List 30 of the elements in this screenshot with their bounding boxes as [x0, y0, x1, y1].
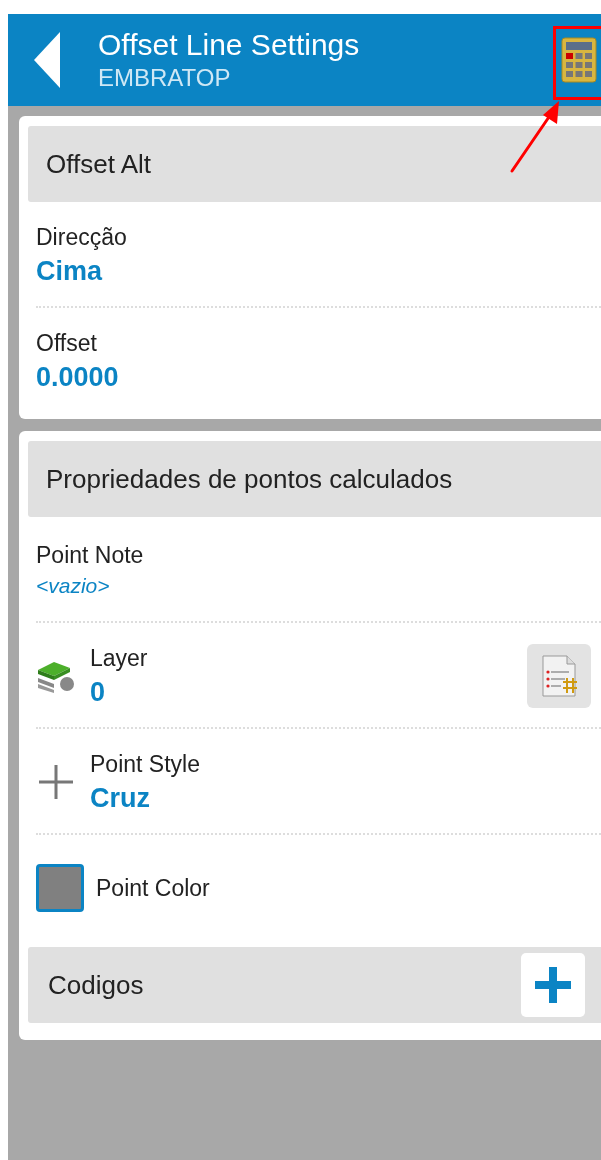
calculator-icon[interactable] — [561, 37, 597, 83]
back-icon[interactable] — [34, 32, 60, 88]
add-button[interactable] — [521, 953, 585, 1017]
settings-field[interactable]: Point Note <vazio> — [36, 517, 601, 623]
section-title: Propriedades de pontos calculados — [46, 463, 453, 495]
field-value: Cima — [36, 255, 104, 288]
settings-field[interactable]: Offset 0.0000 — [36, 308, 601, 402]
section-title: Codigos — [48, 969, 144, 1001]
field-label: Point Style — [90, 750, 200, 779]
field-label: Direcção — [36, 223, 127, 252]
field-label: Point Color — [96, 874, 210, 903]
color-swatch[interactable] — [36, 864, 84, 912]
field-label: Layer — [90, 644, 148, 673]
field-label: Offset — [36, 329, 98, 358]
annotation-arrow — [510, 101, 559, 173]
document-list-icon — [539, 654, 579, 698]
settings-field[interactable]: Point Color — [36, 835, 601, 929]
field-value: <vazio> — [36, 573, 111, 599]
window-title: Offset Line Settings — [98, 27, 360, 63]
section-title: Offset Alt — [46, 148, 151, 180]
field-value: 0.0000 — [36, 361, 119, 394]
settings-field[interactable]: Point Style Cruz — [36, 729, 601, 835]
field-value: 0 — [90, 676, 107, 709]
cross-icon — [36, 762, 76, 802]
layer-list-button[interactable] — [527, 644, 591, 708]
field-label: Point Note — [36, 541, 144, 570]
settings-field[interactable]: Layer 0 — [36, 623, 601, 729]
field-value: Cruz — [90, 782, 151, 815]
window-subtitle: EMBRATOP — [98, 63, 232, 93]
settings-field[interactable]: Direcção Cima — [36, 202, 601, 308]
